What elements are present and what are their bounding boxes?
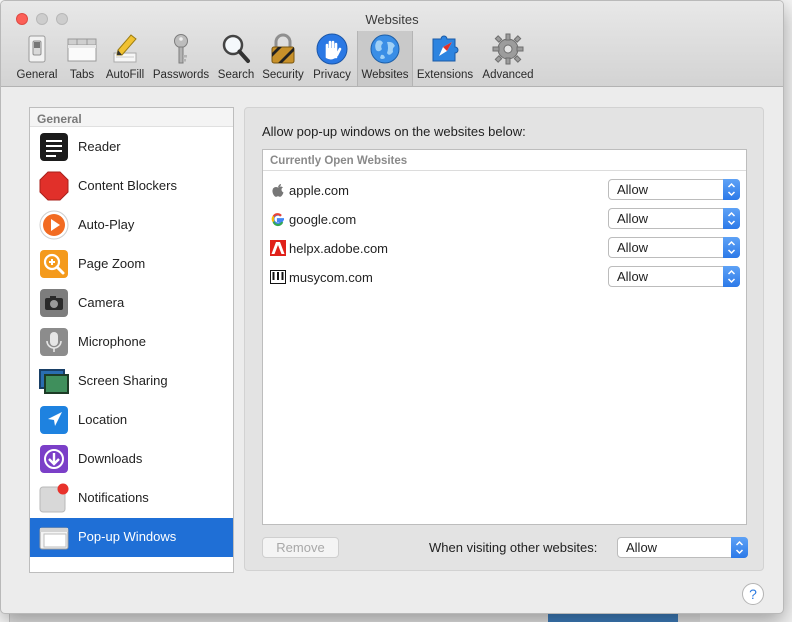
musycom-favicon-icon (270, 270, 286, 284)
site-name: google.com (289, 212, 357, 227)
table-row: musycom.com Allow (263, 262, 746, 291)
general-switch-icon (28, 35, 46, 63)
tabs-icon (67, 38, 97, 62)
toolbar-security[interactable]: Security (259, 31, 307, 86)
puzzle-compass-icon (432, 35, 459, 62)
site-name: helpx.adobe.com (289, 241, 389, 256)
sidebar-item-notifications[interactable]: Notifications (30, 479, 233, 518)
key-icon (174, 34, 188, 64)
window-title: Websites (365, 12, 419, 27)
zoom-icon (40, 250, 68, 278)
sidebar-item-auto-play[interactable]: Auto-Play (30, 206, 233, 245)
apple-favicon-icon (272, 184, 284, 197)
notification-icon (39, 483, 69, 513)
table-row: apple.com Allow (263, 175, 746, 204)
microphone-icon (40, 328, 68, 356)
websites-table: Currently Open Websites apple.com Allow (262, 149, 747, 525)
toolbar-tabs[interactable]: Tabs (63, 31, 101, 86)
sidebar-item-reader[interactable]: Reader (30, 128, 233, 167)
play-icon (39, 210, 69, 240)
site-permission-popup[interactable]: Allow (608, 237, 740, 258)
panel-caption: Allow pop-up windows on the websites bel… (262, 124, 526, 139)
preferences-window: Websites General Tabs AutoFill Passwords… (0, 0, 784, 614)
popup-settings-panel: Allow pop-up windows on the websites bel… (244, 107, 764, 571)
toolbar-privacy[interactable]: Privacy (308, 31, 356, 86)
toolbar-passwords[interactable]: Passwords (149, 31, 213, 86)
stop-sign-icon (39, 171, 69, 201)
toolbar-extensions[interactable]: Extensions (414, 31, 476, 86)
site-name: musycom.com (289, 270, 373, 285)
sidebar-item-camera[interactable]: Camera (30, 284, 233, 323)
site-name: apple.com (289, 183, 349, 198)
screen-sharing-icon (39, 369, 69, 394)
sidebar-item-location[interactable]: Location (30, 401, 233, 440)
toolbar-autofill[interactable]: AutoFill (102, 31, 148, 86)
location-arrow-icon (40, 406, 68, 434)
chevron-updown-icon (723, 266, 740, 287)
magnifier-icon (222, 34, 250, 63)
site-permission-popup[interactable]: Allow (608, 266, 740, 287)
google-favicon-icon (271, 213, 284, 227)
toolbar-general[interactable]: General (12, 31, 62, 86)
adobe-favicon-icon (270, 240, 286, 256)
chevron-updown-icon (723, 179, 740, 200)
other-websites-label: When visiting other websites: (429, 540, 598, 555)
help-button[interactable]: ? (742, 583, 764, 605)
globe-icon (370, 34, 400, 64)
padlock-icon (271, 33, 295, 64)
camera-icon (40, 289, 68, 317)
table-row: helpx.adobe.com Allow (263, 233, 746, 262)
chevron-updown-icon (723, 208, 740, 229)
popup-window-icon (39, 527, 69, 550)
chevron-updown-icon (731, 537, 748, 558)
preferences-toolbar: Websites General Tabs AutoFill Passwords… (1, 1, 783, 87)
hand-icon (316, 33, 348, 65)
site-permission-popup[interactable]: Allow (608, 179, 740, 200)
sidebar-item-downloads[interactable]: Downloads (30, 440, 233, 479)
table-row: google.com Allow (263, 204, 746, 233)
site-permission-popup[interactable]: Allow (608, 208, 740, 229)
toolbar-websites[interactable]: Websites (357, 31, 413, 86)
toolbar-advanced[interactable]: Advanced (477, 31, 539, 86)
autofill-pencil-icon (113, 34, 137, 63)
sidebar-item-screen-sharing[interactable]: Screen Sharing (30, 362, 233, 401)
other-websites-popup[interactable]: Allow (617, 537, 748, 558)
gear-icon (492, 33, 524, 65)
sidebar-item-microphone[interactable]: Microphone (30, 323, 233, 362)
sidebar-item-page-zoom[interactable]: Page Zoom (30, 245, 233, 284)
reader-icon (40, 133, 68, 161)
websites-sidebar: General Reader Content Blockers Auto-Pla… (29, 107, 234, 573)
remove-button[interactable]: Remove (262, 537, 339, 558)
chevron-updown-icon (723, 237, 740, 258)
sidebar-item-content-blockers[interactable]: Content Blockers (30, 167, 233, 206)
toolbar-search[interactable]: Search (214, 31, 258, 86)
sidebar-header: General (30, 108, 233, 127)
table-header: Currently Open Websites (263, 150, 746, 171)
sidebar-item-pop-up-windows[interactable]: Pop-up Windows (30, 518, 233, 557)
download-icon (40, 445, 68, 473)
